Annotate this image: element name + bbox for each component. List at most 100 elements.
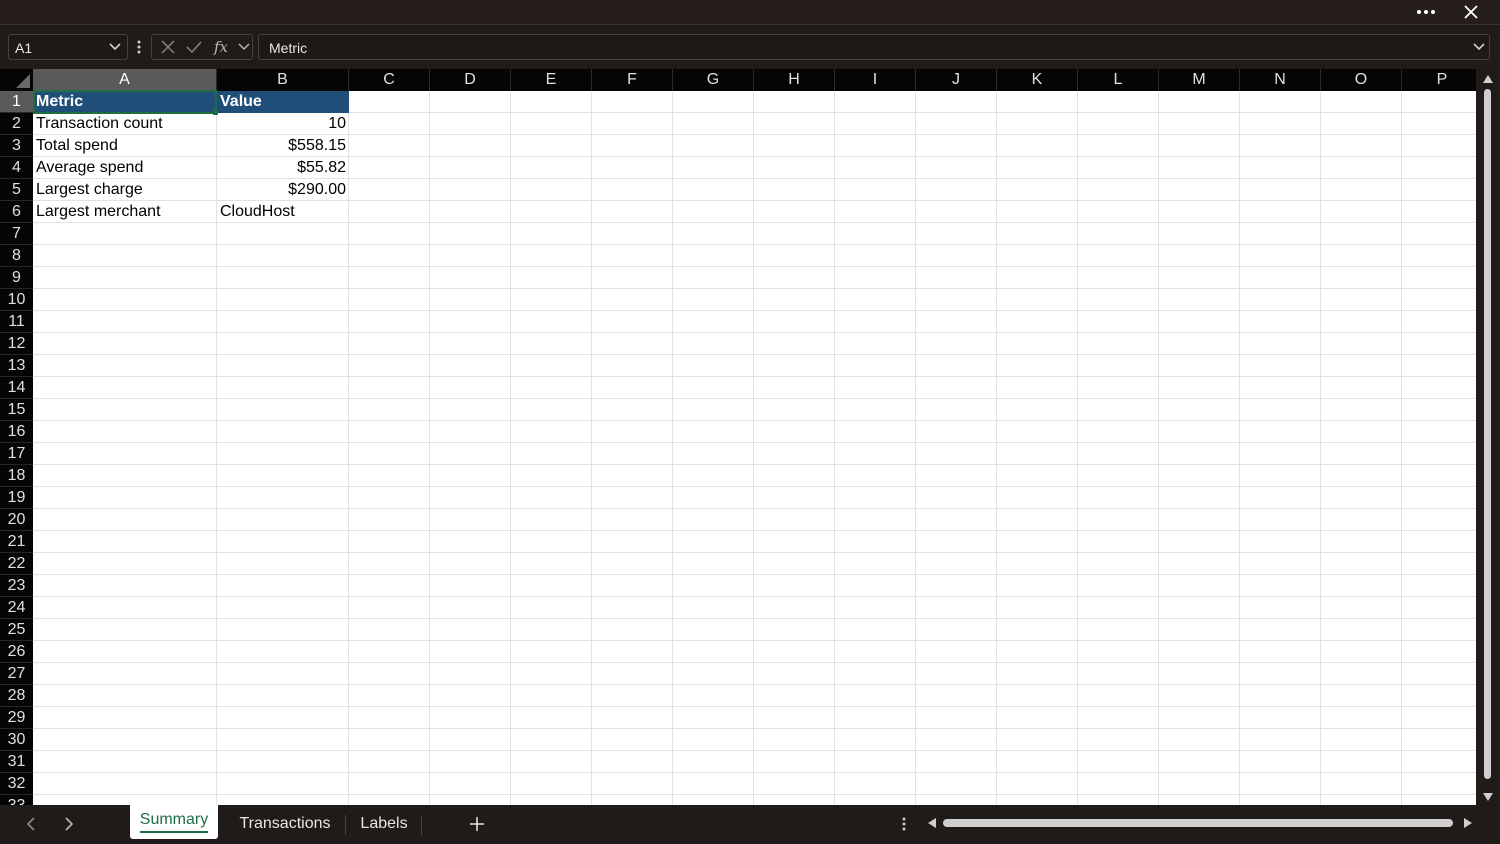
formula-input-value: Metric: [269, 40, 308, 56]
expand-formula-bar-icon[interactable]: [1473, 43, 1485, 51]
column-header-f[interactable]: F: [592, 69, 673, 91]
previous-sheet-button[interactable]: [16, 811, 46, 837]
row-header-11[interactable]: 11: [0, 311, 33, 333]
row-header-12[interactable]: 12: [0, 333, 33, 355]
gridline: [1158, 91, 1159, 805]
cancel-entry-button[interactable]: [156, 35, 180, 59]
row-header-31[interactable]: 31: [0, 751, 33, 773]
sheet-tab-summary[interactable]: Summary: [130, 805, 218, 839]
column-header-a[interactable]: A: [33, 69, 217, 91]
add-sheet-button[interactable]: [462, 811, 492, 837]
scroll-right-icon[interactable]: [1464, 818, 1472, 828]
gridline: [429, 91, 430, 805]
column-header-d[interactable]: D: [430, 69, 511, 91]
row-header-19[interactable]: 19: [0, 487, 33, 509]
title-bar: [0, 0, 1500, 25]
insert-function-button[interactable]: fx: [210, 35, 236, 59]
row-header-33[interactable]: 33: [0, 795, 33, 805]
cell-b5[interactable]: $290.00: [217, 179, 349, 201]
cell-b1[interactable]: Value: [217, 91, 349, 113]
row-header-9[interactable]: 9: [0, 267, 33, 289]
sheet-tab-labels[interactable]: Labels: [352, 807, 416, 841]
row-header-14[interactable]: 14: [0, 377, 33, 399]
scroll-down-icon[interactable]: [1483, 793, 1493, 801]
vertical-scroll-thumb[interactable]: [1484, 89, 1491, 779]
next-sheet-button[interactable]: [54, 811, 84, 837]
row-header-18[interactable]: 18: [0, 465, 33, 487]
vertical-scrollbar[interactable]: [1476, 69, 1500, 805]
cell-b6[interactable]: CloudHost: [217, 201, 349, 223]
sheet-tab-bar: Summary Transactions Labels: [0, 805, 1500, 844]
column-header-m[interactable]: M: [1159, 69, 1240, 91]
column-header-g[interactable]: G: [673, 69, 754, 91]
column-header-k[interactable]: K: [997, 69, 1078, 91]
svg-text:fx: fx: [213, 38, 229, 56]
close-window-button[interactable]: [1451, 0, 1491, 24]
column-header-n[interactable]: N: [1240, 69, 1321, 91]
sheet-tab-label: Labels: [360, 815, 408, 832]
more-horizontal-icon: [1417, 10, 1435, 14]
cell-b3[interactable]: $558.15: [217, 135, 349, 157]
name-box[interactable]: A1: [8, 34, 128, 60]
formula-bar: A1 fx Metric: [0, 25, 1500, 69]
column-header-e[interactable]: E: [511, 69, 592, 91]
cell-a1[interactable]: Metric: [33, 91, 217, 113]
row-header-24[interactable]: 24: [0, 597, 33, 619]
row-header-20[interactable]: 20: [0, 509, 33, 531]
column-header-p[interactable]: P: [1402, 69, 1476, 91]
row-header-15[interactable]: 15: [0, 399, 33, 421]
column-header-j[interactable]: J: [916, 69, 997, 91]
row-header-7[interactable]: 7: [0, 223, 33, 245]
column-header-o[interactable]: O: [1321, 69, 1402, 91]
row-header-8[interactable]: 8: [0, 245, 33, 267]
formula-bar-options-icon[interactable]: [136, 40, 142, 54]
row-header-26[interactable]: 26: [0, 641, 33, 663]
row-header-32[interactable]: 32: [0, 773, 33, 795]
row-header-30[interactable]: 30: [0, 729, 33, 751]
cell-b2[interactable]: 10: [217, 113, 349, 135]
formula-input[interactable]: Metric: [258, 34, 1490, 60]
row-header-23[interactable]: 23: [0, 575, 33, 597]
row-header-21[interactable]: 21: [0, 531, 33, 553]
horizontal-scrollbar[interactable]: [940, 818, 1456, 828]
cell-a4[interactable]: Average spend: [33, 157, 217, 179]
row-header-16[interactable]: 16: [0, 421, 33, 443]
row-header-3[interactable]: 3: [0, 135, 33, 157]
cell-a2[interactable]: Transaction count: [33, 113, 217, 135]
chevron-down-icon[interactable]: [109, 43, 121, 51]
scroll-up-icon[interactable]: [1483, 75, 1493, 83]
column-header-h[interactable]: H: [754, 69, 835, 91]
row-header-25[interactable]: 25: [0, 619, 33, 641]
row-header-17[interactable]: 17: [0, 443, 33, 465]
row-header-5[interactable]: 5: [0, 179, 33, 201]
column-header-c[interactable]: C: [349, 69, 430, 91]
column-header-b[interactable]: B: [217, 69, 349, 91]
gridline: [996, 91, 997, 805]
cell-a6[interactable]: Largest merchant: [33, 201, 217, 223]
column-header-l[interactable]: L: [1078, 69, 1159, 91]
cell-a3[interactable]: Total spend: [33, 135, 217, 157]
cell-b4[interactable]: $55.82: [217, 157, 349, 179]
row-header-29[interactable]: 29: [0, 707, 33, 729]
row-header-2[interactable]: 2: [0, 113, 33, 135]
function-dropdown[interactable]: [236, 35, 252, 59]
fill-handle[interactable]: [213, 110, 218, 115]
row-header-10[interactable]: 10: [0, 289, 33, 311]
more-options-button[interactable]: [1406, 0, 1446, 24]
row-header-22[interactable]: 22: [0, 553, 33, 575]
scroll-left-icon[interactable]: [928, 818, 936, 828]
select-all-corner[interactable]: [0, 69, 33, 91]
column-header-i[interactable]: I: [835, 69, 916, 91]
horizontal-scroll-thumb[interactable]: [943, 819, 1453, 827]
row-header-4[interactable]: 4: [0, 157, 33, 179]
cell-a5[interactable]: Largest charge: [33, 179, 217, 201]
row-header-13[interactable]: 13: [0, 355, 33, 377]
row-header-6[interactable]: 6: [0, 201, 33, 223]
row-header-27[interactable]: 27: [0, 663, 33, 685]
row-header-28[interactable]: 28: [0, 685, 33, 707]
row-header-1[interactable]: 1: [0, 91, 33, 113]
gridline: [672, 91, 673, 805]
sheet-bar-options-button[interactable]: [889, 811, 919, 837]
sheet-tab-transactions[interactable]: Transactions: [228, 807, 342, 841]
confirm-entry-button[interactable]: [182, 35, 206, 59]
